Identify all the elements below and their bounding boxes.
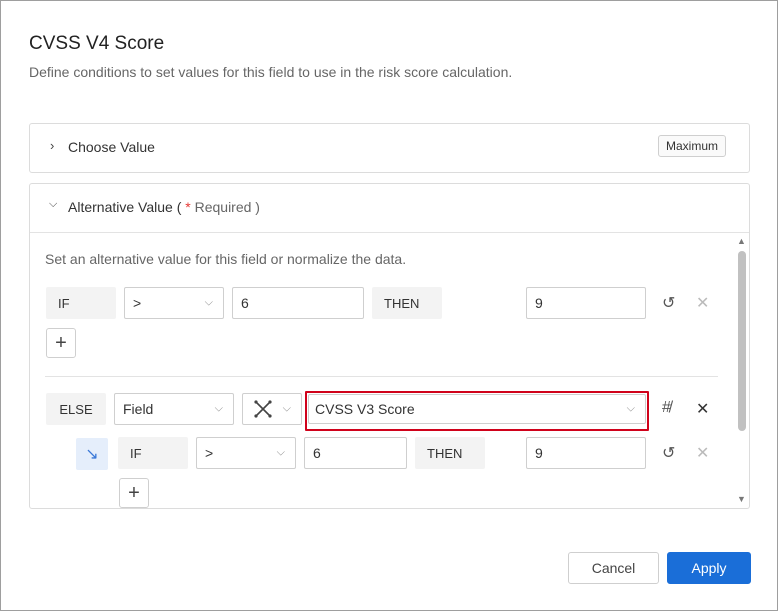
dialog: CVSS V4 Score Define conditions to set v…: [0, 0, 778, 611]
plus-icon: +: [55, 331, 67, 354]
alternative-description: Set an alternative value for this field …: [45, 251, 407, 267]
hash-off-icon[interactable]: #̸: [662, 399, 671, 417]
close-icon[interactable]: ✕: [696, 443, 709, 463]
if-label: IF: [46, 287, 116, 319]
panel-divider: [30, 232, 749, 233]
scroll-down-icon[interactable]: ▼: [737, 494, 746, 504]
chevron-down-icon: ⌵: [204, 296, 213, 309]
condition-value-input[interactable]: 6: [304, 437, 407, 469]
dialog-subtitle: Define conditions to set values for this…: [29, 64, 513, 80]
required-text: Required ): [194, 199, 260, 215]
arrow-down-right-icon: ↘: [76, 438, 108, 470]
choose-value-panel[interactable]: › Choose Value Maximum: [29, 123, 750, 173]
add-condition-button[interactable]: +: [119, 478, 149, 508]
history-icon[interactable]: ↺: [662, 443, 675, 463]
apply-button[interactable]: Apply: [667, 552, 751, 584]
section-divider: [45, 376, 718, 377]
highlight-box: [305, 391, 649, 431]
if-label: IF: [118, 437, 188, 469]
scrollbar[interactable]: ▲ ▼: [736, 234, 748, 506]
history-icon[interactable]: ↺: [662, 293, 675, 313]
dialog-title: CVSS V4 Score: [29, 33, 165, 54]
operator-value: >: [133, 295, 142, 311]
alternative-value-title: Alternative Value (: [68, 199, 182, 215]
result-value-input[interactable]: 9: [526, 437, 646, 469]
chevron-down-icon: ⌵: [214, 402, 223, 415]
scroll-up-icon[interactable]: ▲: [737, 236, 746, 246]
else-type-select[interactable]: Field ⌵: [114, 393, 234, 425]
choose-value-label[interactable]: Choose Value: [68, 139, 155, 155]
chevron-down-icon: ⌵: [282, 402, 291, 415]
else-label: ELSE: [46, 393, 106, 425]
plus-icon: +: [128, 481, 140, 504]
condition-value-input[interactable]: 6: [232, 287, 364, 319]
chevron-down-icon: ⌵: [276, 446, 285, 459]
cancel-button[interactable]: Cancel: [568, 552, 659, 584]
close-icon[interactable]: ✕: [696, 293, 709, 313]
maximum-badge: Maximum: [657, 135, 726, 157]
shuffle-icon: [254, 400, 272, 418]
close-icon[interactable]: ✕: [696, 399, 709, 419]
required-star: *: [185, 199, 191, 215]
chevron-down-icon[interactable]: ⌵: [49, 198, 57, 211]
else-type-value: Field: [123, 401, 154, 417]
alternative-value-panel: ⌵ Alternative Value ( * Required ) Set a…: [29, 183, 750, 509]
then-label: THEN: [372, 287, 442, 319]
add-condition-button[interactable]: +: [46, 328, 76, 358]
result-value-input[interactable]: 9: [526, 287, 646, 319]
alternative-value-label[interactable]: Alternative Value ( * Required ): [68, 199, 260, 215]
scrollbar-thumb[interactable]: [738, 251, 746, 431]
operator-select[interactable]: > ⌵: [124, 287, 224, 319]
operator-value: >: [205, 445, 214, 461]
chevron-right-icon[interactable]: ›: [50, 138, 54, 153]
operator-select[interactable]: > ⌵: [196, 437, 296, 469]
function-select[interactable]: ⌵: [242, 393, 302, 425]
then-label: THEN: [415, 437, 485, 469]
